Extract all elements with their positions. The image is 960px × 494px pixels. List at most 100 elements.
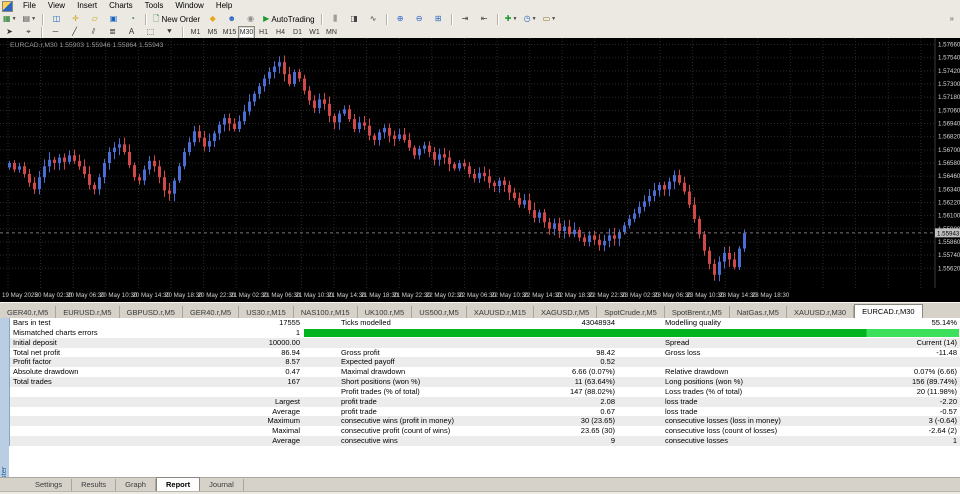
timeframe-button-w1[interactable]: W1 [306,26,323,39]
report-label: Initial deposit [10,338,237,348]
report-value: Average [237,407,300,417]
metaeditor-button[interactable]: ◆ [204,13,221,26]
candle [98,177,101,189]
fibonacci-tool[interactable]: ≣ [104,26,121,39]
candle [683,183,686,192]
tester-tab-report[interactable]: Report [156,477,200,491]
bar-chart-button[interactable]: ⫼ [327,13,344,26]
zoom-out-button[interactable]: ⊖ [411,13,428,26]
horizontal-line-tool[interactable]: ─ [47,26,64,39]
timeframe-button-m15[interactable]: M15 [221,26,238,39]
toolbar-separator [451,14,453,25]
candle [128,152,131,165]
timeframe-button-m1[interactable]: M1 [187,26,204,39]
candle [523,200,526,204]
timeframe-button-d1[interactable]: D1 [289,26,306,39]
new-chart-icon: ▦ [3,14,11,24]
report-value: -2.64 (2) [912,426,960,436]
profiles-button[interactable]: ▤▼ [21,13,39,26]
terminal-icon: ▣ [110,14,118,24]
auto-scroll-button[interactable]: ⇥ [457,13,474,26]
crosshair-tool[interactable]: ⌖ [20,26,37,39]
candle [643,201,646,206]
menu-item-tools[interactable]: Tools [139,1,170,10]
cursor-tool[interactable]: ➤ [1,26,18,39]
menu-item-charts[interactable]: Charts [103,1,139,10]
timeframe-button-h4[interactable]: H4 [272,26,289,39]
menu-item-window[interactable]: Window [169,1,209,10]
tester-tab-settings[interactable]: Settings [26,479,72,491]
report-label: Total trades [10,377,237,387]
candle [143,170,146,181]
timeframe-button-mn[interactable]: MN [323,26,340,39]
candle [73,155,76,160]
trendline-tool[interactable]: ╱ [66,26,83,39]
chart-area[interactable]: 19 May 202520 May 02:3020 May 06:3020 Ma… [0,38,960,302]
report-value: 86.94 [237,348,300,358]
report-gap [615,318,662,328]
text-icon: A [129,27,134,37]
data-window-icon: ✛ [72,14,79,24]
tester-tab-results[interactable]: Results [72,479,116,491]
report-value: 11 (63.64%) [555,377,615,387]
report-label: consecutive loss (count of losses) [662,426,912,436]
candle [438,154,441,159]
line-chart-button[interactable]: ∿ [365,13,382,26]
text-tool[interactable]: A [123,26,140,39]
candle [463,163,466,166]
report-gap [615,387,662,397]
strategy-tester-button[interactable]: ◔ [124,13,141,26]
candle [453,164,456,168]
candle [223,118,226,125]
candle [693,205,696,219]
timeframe-button-h1[interactable]: H1 [255,26,272,39]
new-order-button[interactable]: 🗋New Order [151,13,202,26]
candlestick-chart[interactable]: 19 May 202520 May 02:3020 May 06:3020 Ma… [0,38,960,302]
menu-item-view[interactable]: View [42,1,71,10]
report-label [10,387,237,397]
price-axis-label: 1.56940 [938,121,960,128]
data-window-button[interactable]: ✛ [67,13,84,26]
menu-item-file[interactable]: File [17,1,42,10]
new-chart-button[interactable]: ▦▼ [1,13,19,26]
report-label: Ticks modelled [338,318,555,328]
scripts-button[interactable]: ◉ [242,13,259,26]
indicators-button[interactable]: ✚▼ [503,13,520,26]
report-gap [300,367,338,377]
shapes-dropdown[interactable]: ⯆ [161,26,178,39]
terminal-button[interactable]: ▣ [105,13,122,26]
navigator-button[interactable]: ▱ [86,13,103,26]
candle [538,212,541,217]
report-gap [615,348,662,358]
candle [728,253,731,260]
chart-shift-button[interactable]: ⇤ [476,13,493,26]
price-axis-label: 1.56700 [938,147,960,154]
menu-item-help[interactable]: Help [210,1,238,10]
candlestick-chart-button[interactable]: ◨ [346,13,363,26]
templates-button[interactable]: ▭▼ [541,13,559,26]
periods-button[interactable]: ◷▼ [522,13,539,26]
candle [133,165,136,177]
arrows-tool[interactable]: ⬚ [142,26,159,39]
tile-windows-button[interactable]: ⊞ [430,13,447,26]
candle [418,149,421,156]
menu-item-insert[interactable]: Insert [71,1,103,10]
timeframe-button-m30[interactable]: M30 [238,26,255,39]
experts-button[interactable]: ☻ [223,13,240,26]
candle [653,190,656,195]
report-label: Bars in test [10,318,237,328]
symbol-tab-eurcad-r-m30[interactable]: EURCAD.r,M30 [854,304,923,319]
new-order-icon: 🗋 [153,14,159,24]
timeframe-button-m5[interactable]: M5 [204,26,221,39]
tester-tab-graph[interactable]: Graph [116,479,156,491]
zoom-in-button[interactable]: ⊕ [392,13,409,26]
tester-tab-journal[interactable]: Journal [200,479,244,491]
chevron-down-icon: ▼ [12,16,17,22]
toolbar-overflow-icon[interactable]: » [950,14,954,23]
channel-tool[interactable]: ⫽ [85,26,102,39]
report-value [237,387,300,397]
autotrading-button[interactable]: ▶AutoTrading [261,13,316,26]
market-watch-button[interactable]: ◫ [48,13,65,26]
report-label: Gross profit [338,348,555,358]
report-value: -11.48 [912,348,960,358]
